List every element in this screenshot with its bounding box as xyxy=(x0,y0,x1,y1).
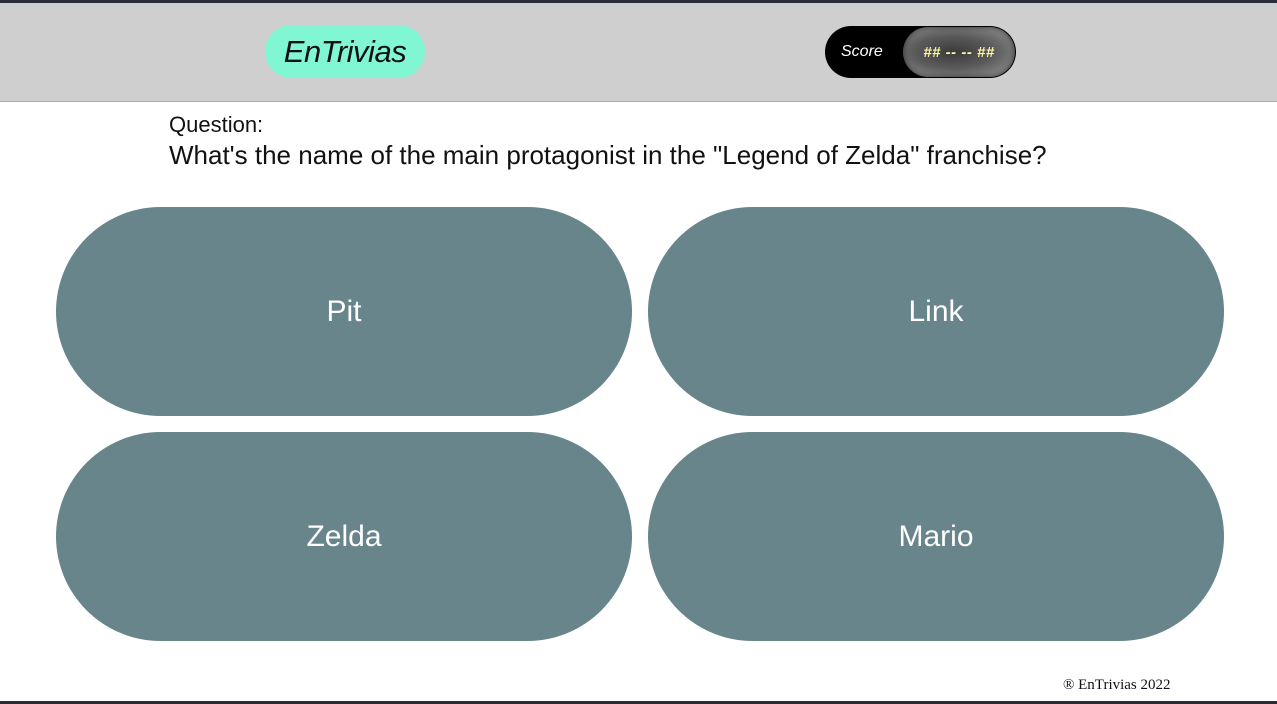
question-text: What's the name of the main protagonist … xyxy=(169,140,1047,170)
score-label: Score xyxy=(841,43,883,60)
copyright-footer: ® EnTrivias 2022 xyxy=(1063,677,1171,693)
answer-button-zelda[interactable]: Zelda xyxy=(56,432,632,641)
answer-button-link[interactable]: Link xyxy=(648,207,1224,416)
header-bar: EnTrivias Score ## -- -- ## xyxy=(0,3,1277,102)
logo[interactable]: EnTrivias xyxy=(265,25,425,78)
answer-button-pit[interactable]: Pit xyxy=(56,207,632,416)
answer-button-mario[interactable]: Mario xyxy=(648,432,1224,641)
question-label: Question: xyxy=(169,112,264,137)
score-value: ## -- -- ## xyxy=(903,27,1015,77)
score-display: Score ## -- -- ## xyxy=(825,26,1016,78)
